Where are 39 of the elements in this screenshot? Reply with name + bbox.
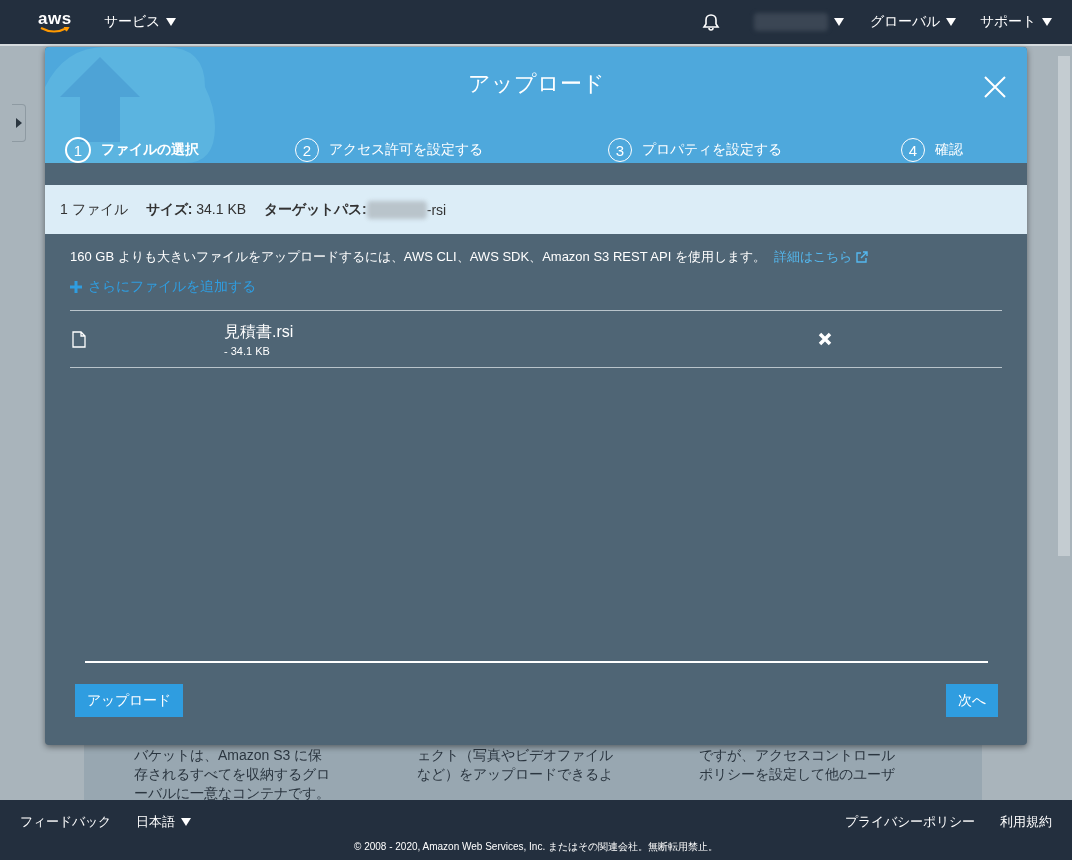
notice-text: 160 GB よりも大きいファイルをアップロードするには、AWS CLI、AWS SDK、Amazon S3 REST API を使用します。 bbox=[70, 248, 766, 266]
description-text: バケットは、Amazon S3 に保 bbox=[134, 746, 324, 765]
external-link-icon bbox=[855, 251, 868, 263]
dialog-title: アップロード bbox=[467, 71, 605, 96]
description-text: ェクト（写真やビデオファイル bbox=[416, 746, 614, 765]
support-menu[interactable]: サポート bbox=[980, 13, 1052, 31]
terms-link[interactable]: 利用規約 bbox=[1000, 813, 1052, 831]
sidebar-toggle[interactable] bbox=[12, 104, 26, 142]
blurred-path bbox=[366, 200, 427, 219]
privacy-link[interactable]: プライバシーポリシー bbox=[845, 813, 975, 831]
caret-icon bbox=[1042, 18, 1052, 26]
caret-icon bbox=[165, 18, 176, 26]
scrollbar[interactable] bbox=[1058, 56, 1070, 556]
close-button[interactable] bbox=[983, 75, 1007, 99]
description-text: ポリシーを設定して他のユーザ bbox=[699, 765, 897, 784]
account-menu[interactable] bbox=[754, 13, 844, 31]
caret-icon bbox=[946, 18, 956, 26]
caret-icon bbox=[181, 818, 191, 826]
region-menu[interactable]: グローバル bbox=[870, 13, 956, 31]
services-menu[interactable]: サービス bbox=[103, 13, 176, 31]
file-size: - 34.1 KB bbox=[224, 344, 271, 357]
file-name: 見積書.rsi bbox=[224, 321, 295, 342]
description-text: 存されるすべてを収納するグロ bbox=[134, 765, 331, 784]
caret-icon bbox=[834, 18, 844, 26]
description-text: ーバルに一意なコンテナです。 bbox=[134, 784, 331, 800]
aws-logo[interactable]: aws bbox=[38, 10, 72, 34]
target-path-text: ターゲットパス: -rsi bbox=[264, 200, 447, 219]
feedback-link[interactable]: フィードバック bbox=[20, 813, 111, 831]
description-text: ですが、アクセスコントロール bbox=[699, 746, 897, 765]
file-icon bbox=[72, 330, 86, 348]
remove-file-button[interactable] bbox=[817, 331, 833, 347]
description-text: など）をアップロードできるよ bbox=[416, 765, 614, 784]
size-text: サイズ: 34.1 KB bbox=[145, 200, 247, 219]
file-count: 1 ファイル bbox=[60, 200, 128, 219]
copyright-text: © 2008 - 2020, Amazon Web Services, Inc. またはその関連会社。無断転用禁止。 bbox=[353, 840, 719, 854]
triangle-icon bbox=[15, 118, 22, 128]
plus-icon bbox=[70, 281, 82, 293]
language-menu[interactable]: 日本語 bbox=[136, 813, 191, 831]
bell-icon[interactable] bbox=[702, 13, 720, 31]
